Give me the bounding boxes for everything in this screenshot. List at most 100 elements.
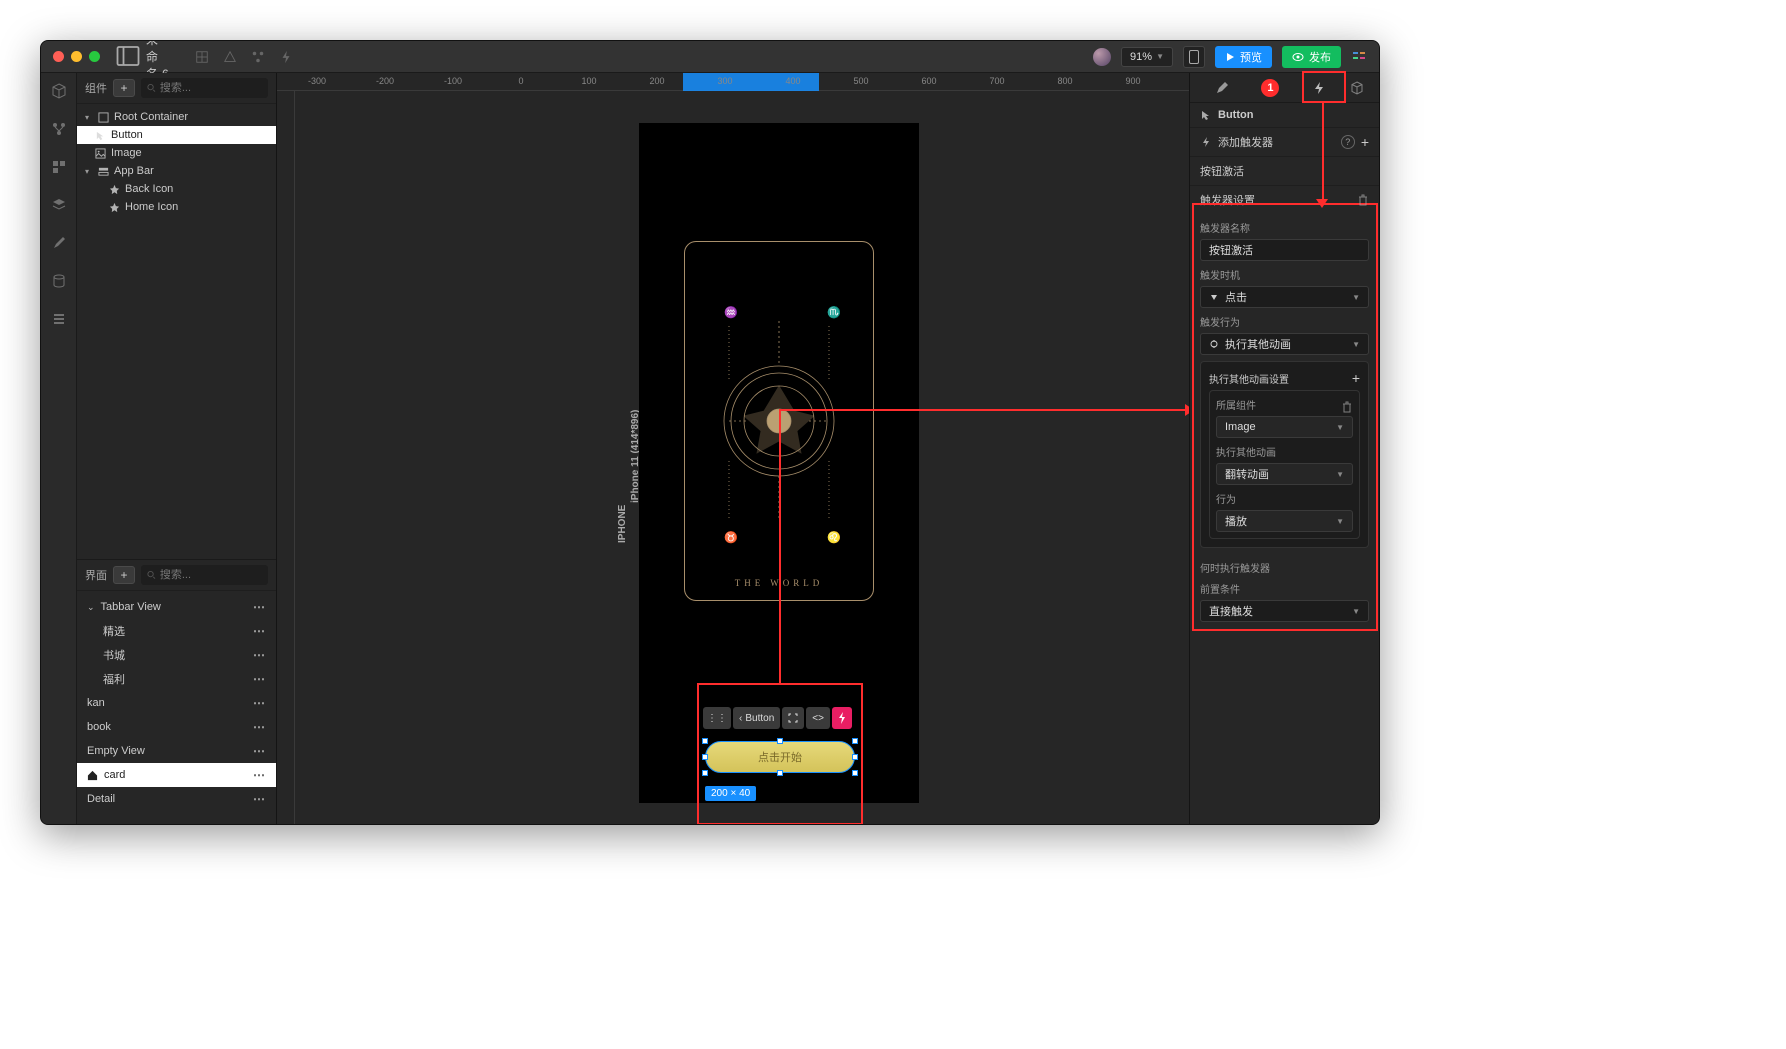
page-search-input[interactable] <box>160 569 262 581</box>
zoom-selector[interactable]: 91% ▼ <box>1121 47 1173 67</box>
pen-icon <box>1215 81 1229 95</box>
add-trigger-row: 添加触发器 ? + <box>1190 128 1379 157</box>
svg-text:♒: ♒ <box>724 306 738 319</box>
page-menu-icon[interactable]: ⋯ <box>253 672 266 686</box>
add-component-button[interactable]: + <box>113 79 135 97</box>
tree-image[interactable]: Image <box>77 144 276 162</box>
bolt-icon-small <box>838 712 846 724</box>
tree-root-container[interactable]: ▾ Root Container <box>77 108 276 126</box>
cube-tab[interactable] <box>1343 73 1371 103</box>
triangle-icon[interactable] <box>223 50 237 64</box>
page-book[interactable]: book⋯ <box>77 715 276 739</box>
ruler-tick: 700 <box>989 76 1004 86</box>
canvas-button-element[interactable]: 点击开始 <box>705 741 855 773</box>
ruler-tick: 300 <box>717 76 732 86</box>
ruler-vertical <box>277 73 295 824</box>
delete-exec-icon[interactable] <box>1341 401 1353 413</box>
page-menu-icon[interactable]: ⋯ <box>253 696 266 710</box>
data-icon[interactable] <box>51 273 67 289</box>
page-tab-3[interactable]: 福利⋯ <box>77 667 276 691</box>
page-search[interactable] <box>141 565 268 585</box>
anno-box-tab <box>1302 71 1346 103</box>
ruler-tick: 500 <box>853 76 868 86</box>
pages-panel: 界面 + ⌄Tabbar View ⋯ 精选⋯ 书城⋯ 福利⋯ kan⋯ <box>77 559 276 824</box>
layers-icon[interactable] <box>51 197 67 213</box>
ruler-tick: 400 <box>785 76 800 86</box>
drag-handle[interactable]: ⋮⋮ <box>703 707 731 729</box>
delete-icon[interactable] <box>1357 194 1369 206</box>
inspector-tabs: 1 <box>1190 73 1379 103</box>
page-menu-icon[interactable]: ⋯ <box>253 744 266 758</box>
sidebar-toggle-icon[interactable] <box>116 44 140 68</box>
page-empty[interactable]: Empty View⋯ <box>77 739 276 763</box>
canvas[interactable]: -300-200-1000100200300400500600700800900… <box>277 73 1189 824</box>
element-name-chip[interactable]: ‹Button <box>733 707 780 729</box>
page-menu-icon[interactable]: ⋯ <box>253 720 266 734</box>
page-tab-2[interactable]: 书城⋯ <box>77 643 276 667</box>
page-menu-icon[interactable]: ⋯ <box>253 768 266 782</box>
pages-header: 界面 + <box>77 560 276 591</box>
page-menu-icon[interactable]: ⋯ <box>253 600 266 614</box>
svg-text:♏: ♏ <box>827 306 841 319</box>
settings-icon[interactable] <box>1351 49 1367 65</box>
add-trigger-button[interactable]: + <box>1361 134 1369 150</box>
eye-icon <box>1292 52 1304 62</box>
page-kan[interactable]: kan⋯ <box>77 691 276 715</box>
fullscreen-chip[interactable] <box>782 707 804 729</box>
publish-button[interactable]: 发布 <box>1282 46 1341 68</box>
page-detail[interactable]: Detail⋯ <box>77 787 276 811</box>
device-preview-btn[interactable] <box>1183 46 1205 68</box>
cube-icon <box>1350 81 1364 95</box>
help-icon[interactable]: ? <box>1341 135 1355 149</box>
svg-text:♌: ♌ <box>827 531 841 544</box>
add-page-button[interactable]: + <box>113 566 135 584</box>
components-header: 组件 + <box>77 73 276 104</box>
list-icon[interactable] <box>51 311 67 327</box>
ruler-tick: 800 <box>1057 76 1072 86</box>
left-panel: 组件 + ▾ Root Container Button <box>77 73 277 824</box>
tree-button[interactable]: Button <box>77 126 276 144</box>
anno-arrow-h <box>779 409 1185 411</box>
page-menu-icon[interactable]: ⋯ <box>253 792 266 806</box>
page-menu-icon[interactable]: ⋯ <box>253 648 266 662</box>
trigger-chip[interactable] <box>832 707 852 729</box>
zoom-value: 91% <box>1130 51 1152 63</box>
nodes-icon[interactable] <box>251 50 265 64</box>
brush-icon[interactable] <box>51 235 67 251</box>
grid-icon[interactable] <box>195 50 209 64</box>
ruler-tick: 200 <box>649 76 664 86</box>
trigger-tab-row[interactable]: 按钮激活 <box>1190 157 1379 186</box>
close-window[interactable] <box>53 51 64 62</box>
ruler-tick: 600 <box>921 76 936 86</box>
svg-text:♉: ♉ <box>724 531 738 544</box>
maximize-window[interactable] <box>89 51 100 62</box>
device-label-1: IPHONE <box>617 505 628 543</box>
component-name-row: Button <box>1190 103 1379 128</box>
minimize-window[interactable] <box>71 51 82 62</box>
screens-icon[interactable] <box>51 159 67 175</box>
component-search[interactable] <box>141 78 268 98</box>
code-chip[interactable]: <> <box>806 707 830 729</box>
preview-button[interactable]: 预览 <box>1215 46 1272 68</box>
tree-appbar[interactable]: ▾ App Bar <box>77 162 276 180</box>
flow-icon[interactable] <box>51 121 67 137</box>
anno-box-settings <box>1192 203 1378 631</box>
user-avatar[interactable] <box>1093 48 1111 66</box>
design-tab[interactable] <box>1198 73 1246 103</box>
tree-back-icon[interactable]: Back Icon <box>77 180 276 198</box>
preview-label: 预览 <box>1240 49 1262 65</box>
ruler-tick: 100 <box>581 76 596 86</box>
page-tabbar[interactable]: ⌄Tabbar View ⋯ <box>77 595 276 619</box>
tree-home-icon[interactable]: Home Icon <box>77 198 276 216</box>
page-card[interactable]: card ⋯ <box>77 763 276 787</box>
page-tab-1[interactable]: 精选⋯ <box>77 619 276 643</box>
component-search-input[interactable] <box>160 82 262 94</box>
page-menu-icon[interactable]: ⋯ <box>253 624 266 638</box>
titlebar-right: 91% ▼ 预览 发布 <box>1093 46 1367 68</box>
annotation-marker-1: 1 <box>1261 79 1279 97</box>
bolt-icon[interactable] <box>279 50 293 64</box>
middle-tab[interactable]: 1 <box>1246 73 1294 103</box>
anno-arrow-down <box>1322 103 1324 201</box>
star-icon <box>109 202 120 213</box>
cube-icon[interactable] <box>51 83 67 99</box>
